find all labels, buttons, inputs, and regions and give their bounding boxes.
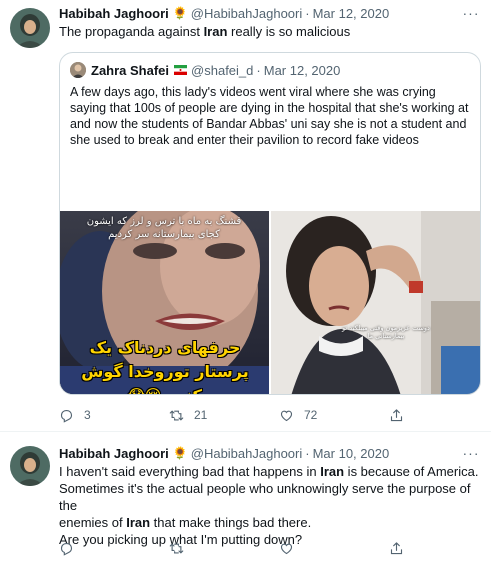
share-button[interactable] xyxy=(389,541,419,556)
author-avatar[interactable] xyxy=(10,8,50,48)
quoted-tweet-date: Mar 12, 2020 xyxy=(263,62,341,78)
tweet-text-part: The propaganda against xyxy=(59,24,204,39)
media-caption-right: دوست عزیزمون وقتی میبلکید تو بیمارستانی … xyxy=(342,324,430,340)
share-icon xyxy=(390,541,403,554)
quoted-tweet-text: A few days ago, this lady's videos went … xyxy=(70,85,469,147)
tweet-text-highlight: Iran xyxy=(203,24,228,39)
media-image-right[interactable]: دوست عزیزمون وقتی میبلکید تو بیمارستانی … xyxy=(271,211,480,394)
retweet-icon xyxy=(169,543,184,553)
author-handle[interactable]: @HabibahJaghoori xyxy=(191,446,303,461)
author-handle[interactable]: @HabibahJaghoori xyxy=(191,6,303,21)
like-count: 72 xyxy=(304,408,318,422)
tweet-header: Habibah Jaghoori 🌻 @HabibahJaghoori · Ma… xyxy=(59,3,389,23)
reply-button[interactable]: 3 xyxy=(59,408,169,423)
tweet-date[interactable]: Mar 12, 2020 xyxy=(313,6,390,21)
reply-icon xyxy=(60,409,73,423)
media-caption-bottom: حرفهای دردناک یک پرستار تورو‌خدا گوش کنی… xyxy=(81,338,249,394)
tweet-text-part: is because of America. xyxy=(344,464,479,479)
tweet-text-highlight: Iran xyxy=(320,464,345,479)
author-name[interactable]: Habibah Jaghoori xyxy=(59,446,169,461)
tweet-text-part: I haven't said everything bad that happe… xyxy=(59,464,321,479)
like-button[interactable]: 72 xyxy=(279,408,389,423)
quoted-author-name: Zahra Shafei xyxy=(91,62,170,78)
tweet-text-part: enemies of xyxy=(59,515,127,530)
tweet[interactable]: Habibah Jaghoori 🌻 @HabibahJaghoori · Ma… xyxy=(0,433,491,561)
quoted-author-handle: @shafei_d xyxy=(191,62,254,78)
tweet-actions xyxy=(59,539,439,557)
tweet-line: Sometimes it's the actual people who unk… xyxy=(59,481,471,513)
quoted-author-avatar xyxy=(70,62,86,78)
quoted-tweet-header: Zahra Shafei @shafei_d · Mar 12, 2020 xyxy=(91,60,340,80)
retweet-count: 21 xyxy=(194,408,208,422)
sunflower-emoji: 🌻 xyxy=(172,6,188,20)
tweet-date[interactable]: Mar 10, 2020 xyxy=(313,446,390,461)
retweet-button[interactable]: 21 xyxy=(169,408,279,423)
like-button[interactable] xyxy=(279,541,389,556)
tweet[interactable]: Habibah Jaghoori 🌻 @HabibahJaghoori · Ma… xyxy=(0,0,491,432)
retweet-icon xyxy=(169,410,184,420)
tweet-text: I haven't said everything bad that happe… xyxy=(59,463,487,548)
share-button[interactable] xyxy=(389,408,419,423)
media-caption-top: قشنگ به ماه با ترس و لرز که ایشون کجای ب… xyxy=(86,216,242,240)
like-icon xyxy=(280,410,293,421)
retweet-button[interactable] xyxy=(169,541,279,556)
separator: · xyxy=(305,5,310,21)
tweet-actions: 3 21 72 xyxy=(59,406,439,424)
reply-icon xyxy=(60,542,73,556)
tweet-header: Habibah Jaghoori 🌻 @HabibahJaghoori · Ma… xyxy=(59,443,389,463)
tweet-text-part: that make things bad there. xyxy=(150,515,312,530)
tweet-line: enemies of Iran that make things bad the… xyxy=(59,514,487,531)
reply-button[interactable] xyxy=(59,541,169,556)
tweet-text-part: really is so malicious xyxy=(227,24,351,39)
iran-flag-icon xyxy=(174,65,188,75)
tweet-line: I haven't said everything bad that happe… xyxy=(59,463,487,480)
reply-count: 3 xyxy=(84,408,91,422)
share-icon xyxy=(390,408,403,421)
tweet-text-highlight: Iran xyxy=(126,515,151,530)
quoted-tweet[interactable]: Zahra Shafei @shafei_d · Mar 12, 2020 A … xyxy=(59,52,481,395)
separator: · xyxy=(305,445,310,461)
sunflower-emoji: 🌻 xyxy=(172,446,188,460)
author-avatar[interactable] xyxy=(10,446,50,486)
more-icon[interactable]: ··· xyxy=(461,443,481,463)
author-name[interactable]: Habibah Jaghoori xyxy=(59,6,169,21)
tweet-text: The propaganda against Iran really is so… xyxy=(59,23,350,40)
like-icon xyxy=(280,543,293,554)
media-image-left[interactable]: قشنگ به ماه با ترس و لرز که ایشون کجای ب… xyxy=(60,211,269,394)
separator: · xyxy=(256,62,261,78)
more-icon[interactable]: ··· xyxy=(461,3,481,23)
